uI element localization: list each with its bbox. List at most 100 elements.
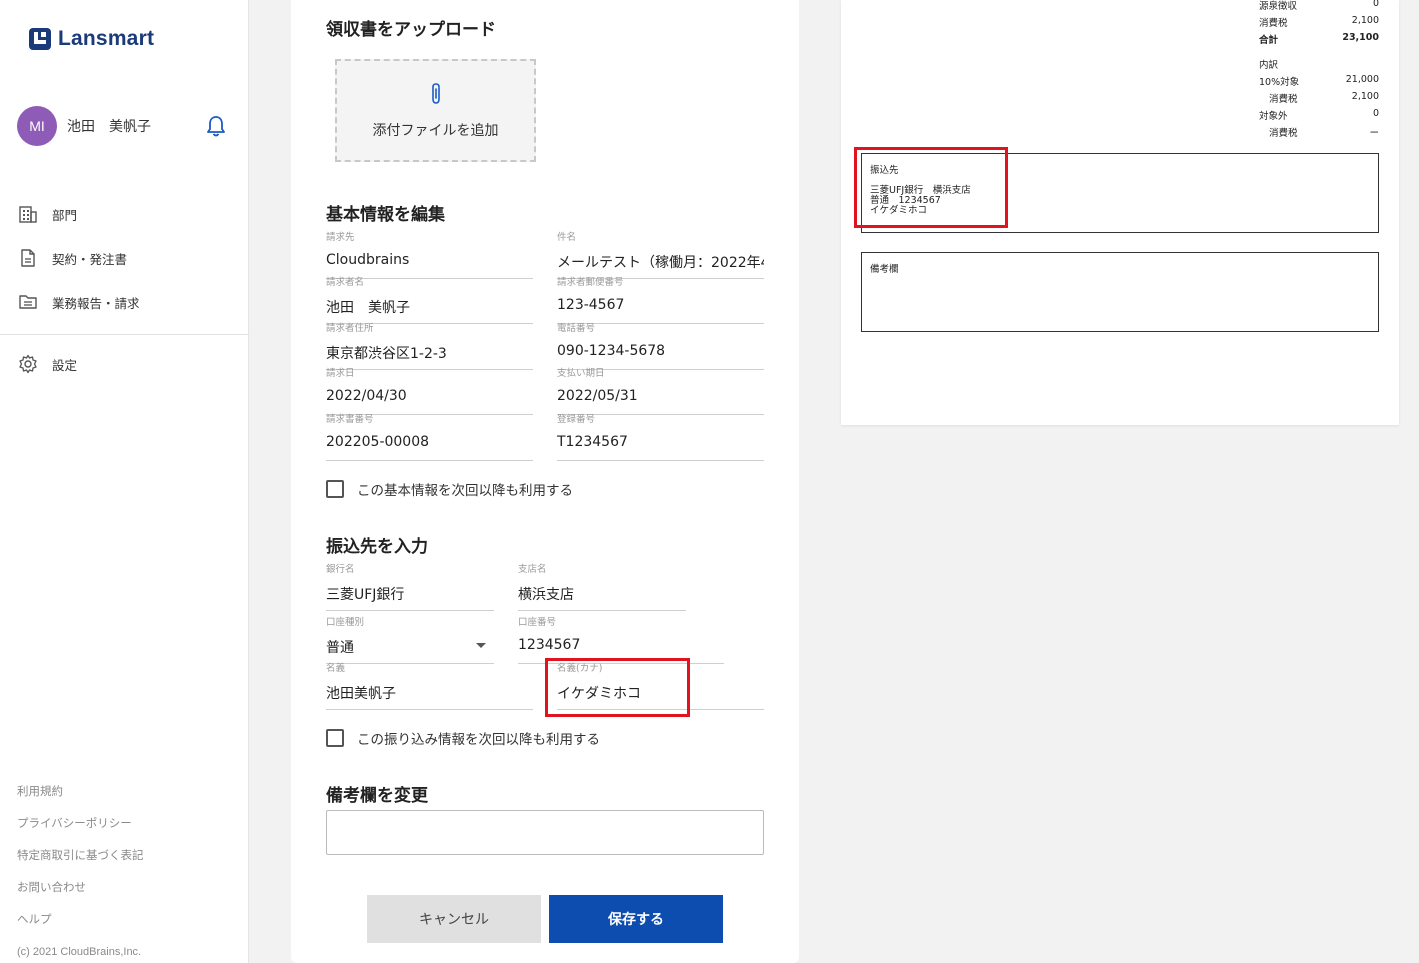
brand-name: Lansmart (58, 27, 155, 50)
main-nav: 部門 契約・発注書 業務報告・請求 (0, 192, 249, 324)
footer-link-privacy[interactable]: プライバシーポリシー (17, 814, 144, 846)
avatar[interactable]: MI (17, 106, 57, 146)
bell-icon[interactable] (205, 114, 227, 138)
withholding-label: 源泉徴収 (1259, 1, 1298, 12)
field-label: 銀行名 (326, 564, 355, 575)
attachment-dropzone[interactable]: 添付ファイルを追加 (335, 59, 536, 162)
due-date-input[interactable]: 2022/05/31 (557, 379, 764, 415)
logo[interactable]: Lansmart (28, 27, 154, 51)
upload-section-title: 領収書をアップロード (326, 20, 496, 40)
field-label: 口座種別 (326, 617, 365, 628)
field-label: 請求者郵便番号 (557, 277, 624, 288)
breakdown-label: 消費税 (1269, 128, 1298, 139)
checkbox-box[interactable] (326, 480, 344, 498)
remarks-title: 備考欄を変更 (326, 786, 428, 806)
cancel-button[interactable]: キャンセル (367, 895, 541, 943)
nav-divider (0, 334, 249, 335)
nav-item-reports[interactable]: 業務報告・請求 (0, 280, 249, 324)
field-label: 請求先 (326, 232, 355, 243)
field-label: 請求書番号 (326, 414, 374, 425)
breakdown-value: 21,000 (1345, 74, 1379, 85)
nav-item-settings[interactable]: 設定 (0, 342, 249, 386)
branch-field[interactable]: 支店名 横浜支店 (518, 561, 686, 611)
bank-name-field[interactable]: 銀行名 三菱UFJ銀行 (326, 561, 494, 611)
settings-nav: 設定 (0, 342, 249, 386)
invoice-edit-form: 領収書をアップロード 添付ファイルを追加 基本情報を編集 請求先 Cloudbr… (291, 0, 799, 963)
total-value: 23,100 (1342, 32, 1379, 43)
basic-info-title: 基本情報を編集 (326, 205, 445, 225)
invoice-preview: 源泉徴収 0 消費税 2,100 合計 23,100 内訳 10%対象 21,0… (841, 0, 1399, 425)
lansmart-logo-icon (29, 28, 51, 50)
field-label: 請求者住所 (326, 323, 374, 334)
gear-icon (19, 354, 37, 374)
copyright: (c) 2021 CloudBrains,Inc. (17, 946, 142, 958)
reuse-bank-info-checkbox[interactable]: この振り込み情報を次回以降も利用する (326, 728, 600, 748)
user-name: 池田 美帆子 (67, 119, 151, 135)
user-profile[interactable]: MI 池田 美帆子 (17, 106, 227, 146)
bank-name-input[interactable]: 三菱UFJ銀行 (326, 575, 494, 611)
field-label: 請求日 (326, 368, 355, 379)
biller-name-field[interactable]: 請求者名 池田 美帆子 (326, 274, 533, 324)
footer-link-terms[interactable]: 利用規約 (17, 782, 144, 814)
save-button[interactable]: 保存する (549, 895, 723, 943)
postal-field[interactable]: 請求者郵便番号 123-4567 (557, 274, 764, 324)
address-field[interactable]: 請求者住所 東京都渋谷区1-2-3 (326, 320, 533, 370)
account-type-select[interactable]: 普通 (326, 628, 494, 664)
invoice-number-field[interactable]: 請求書番号 202205-00008 (326, 411, 533, 461)
due-date-field[interactable]: 支払い期日 2022/05/31 (557, 365, 764, 415)
breakdown-value: ー (1369, 128, 1379, 139)
checkbox-label: この基本情報を次回以降も利用する (357, 483, 573, 499)
nav-item-contracts[interactable]: 契約・発注書 (0, 236, 249, 280)
postal-input[interactable]: 123-4567 (557, 288, 764, 324)
invoice-number-input[interactable]: 202205-00008 (326, 425, 533, 461)
footer-link-commerce[interactable]: 特定商取引に基づく表記 (17, 846, 144, 878)
holder-field[interactable]: 名義 池田美帆子 (326, 660, 533, 710)
breakdown-label: 10%対象 (1259, 77, 1300, 88)
highlight-box (854, 147, 1008, 228)
field-label: 口座番号 (518, 617, 557, 628)
nav-item-label: 業務報告・請求 (52, 295, 140, 311)
registration-number-input[interactable]: T1234567 (557, 425, 764, 461)
tax-label: 消費税 (1259, 18, 1288, 29)
add-attachment-label: 添付ファイルを追加 (372, 122, 499, 139)
remarks-textarea[interactable] (326, 810, 764, 855)
subject-field[interactable]: 件名 メールテスト（稼働月：2022年4 (557, 229, 764, 279)
footer-link-contact[interactable]: お問い合わせ (17, 878, 144, 910)
account-type-field[interactable]: 口座種別 普通 (326, 614, 494, 664)
preview-remarks-box: 備考欄 (861, 252, 1379, 332)
field-label: 請求者名 (326, 277, 365, 288)
tax-value: 2,100 (1351, 15, 1379, 26)
field-label: 登録番号 (557, 414, 596, 425)
billing-to-field[interactable]: 請求先 Cloudbrains (326, 229, 533, 279)
building-icon (19, 206, 37, 223)
phone-field[interactable]: 電話番号 090-1234-5678 (557, 320, 764, 370)
branch-input[interactable]: 横浜支店 (518, 575, 686, 611)
reuse-basic-info-checkbox[interactable]: この基本情報を次回以降も利用する (326, 479, 573, 499)
paperclip-icon (431, 82, 440, 104)
nav-item-label: 設定 (52, 357, 78, 373)
footer-link-help[interactable]: ヘルプ (17, 910, 144, 942)
breakdown-value: 0 (1372, 108, 1379, 119)
breakdown-title: 内訳 (1259, 60, 1279, 71)
nav-item-label: 契約・発注書 (52, 251, 128, 267)
holder-input[interactable]: 池田美帆子 (326, 674, 533, 710)
highlight-box (545, 658, 690, 717)
preview-remarks-title: 備考欄 (870, 264, 899, 275)
sidebar: Lansmart MI 池田 美帆子 部門 契約・発注書 業務報告・請求 設定 … (0, 0, 249, 963)
footer-links: 利用規約 プライバシーポリシー 特定商取引に基づく表記 お問い合わせ ヘルプ (17, 782, 144, 942)
total-label: 合計 (1259, 35, 1279, 46)
biller-name-input[interactable]: 池田 美帆子 (326, 288, 533, 324)
withholding-value: 0 (1372, 0, 1379, 9)
document-icon (21, 249, 35, 267)
billing-date-input[interactable]: 2022/04/30 (326, 379, 533, 415)
billing-date-field[interactable]: 請求日 2022/04/30 (326, 365, 533, 415)
breakdown-label: 対象外 (1259, 111, 1288, 122)
checkbox-label: この振り込み情報を次回以降も利用する (357, 732, 600, 748)
registration-number-field[interactable]: 登録番号 T1234567 (557, 411, 764, 461)
nav-item-departments[interactable]: 部門 (0, 192, 249, 236)
chevron-down-icon[interactable] (476, 643, 486, 648)
account-number-field[interactable]: 口座番号 1234567 (518, 614, 724, 664)
folder-icon (19, 295, 37, 309)
field-label: 電話番号 (557, 323, 596, 334)
checkbox-box[interactable] (326, 729, 344, 747)
